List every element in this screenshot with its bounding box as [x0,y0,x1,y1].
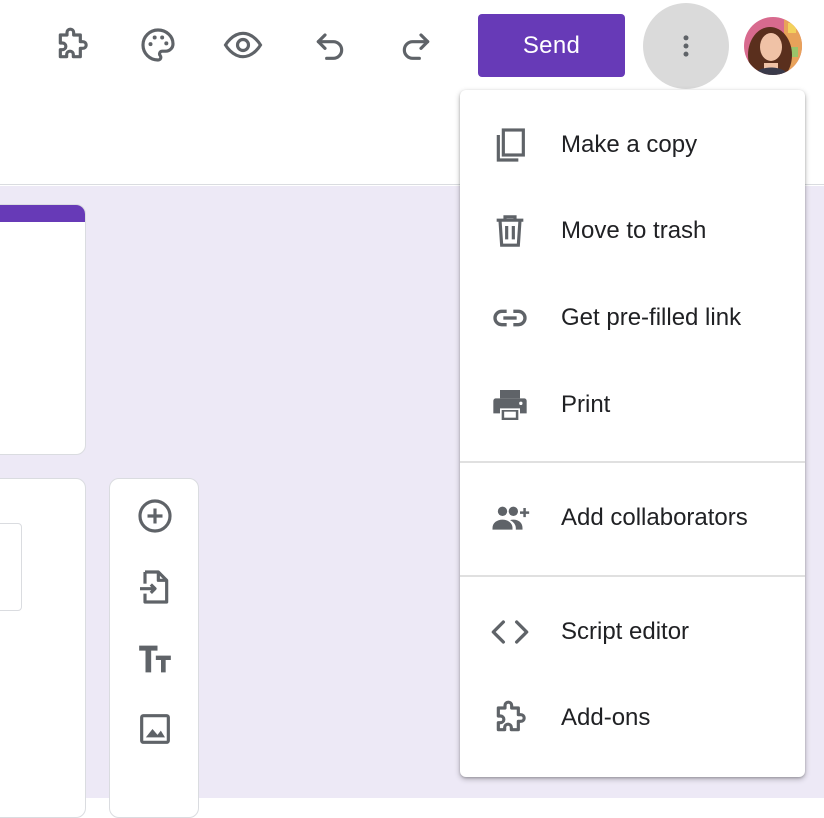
code-icon [488,610,532,654]
puzzle-icon [488,696,532,740]
question-card[interactable] [0,478,86,818]
eye-icon[interactable] [218,20,268,70]
menu-item-label: Print [561,391,611,418]
import-questions-icon[interactable] [133,565,177,609]
trash-icon [488,209,532,253]
title-text-icon[interactable] [133,637,177,681]
image-icon[interactable] [133,707,177,751]
copy-icon [488,123,532,167]
avatar[interactable] [744,17,802,75]
side-toolbar [109,478,199,818]
menu-item-label: Get pre-filled link [561,304,742,331]
menu-item-move-to-trash[interactable]: Move to trash [460,188,805,274]
link-icon [488,296,532,340]
question-type-dropdown[interactable] [0,523,22,611]
print-icon [488,383,532,427]
add-people-icon [488,496,532,540]
menu-item-label: Add collaborators [561,504,748,531]
menu-item-add-ons[interactable]: Add-ons [460,675,805,761]
menu-divider [460,461,805,463]
undo-icon[interactable] [305,20,355,70]
menu-divider [460,575,805,577]
menu-item-script-editor[interactable]: Script editor [460,589,805,675]
menu-item-label: Move to trash [561,217,707,244]
menu-item-add-collaborators[interactable]: Add collaborators [460,475,805,561]
puzzle-icon[interactable] [47,20,97,70]
menu-item-get-pre-filled-link[interactable]: Get pre-filled link [460,275,805,361]
send-button[interactable]: Send [478,14,625,77]
menu-item-print[interactable]: Print [460,362,805,448]
menu-item-label: Make a copy [561,131,698,158]
menu-item-make-a-copy[interactable]: Make a copy [460,102,805,188]
more-vert-icon[interactable] [643,3,729,89]
add-circle-icon[interactable] [133,494,177,538]
form-header-card[interactable] [0,204,86,455]
menu-item-label: Add-ons [561,704,651,731]
redo-icon[interactable] [391,20,441,70]
menu-item-label: Script editor [561,618,690,645]
more-options-menu: Make a copy Move to trash Get pre-filled… [460,90,805,777]
palette-icon[interactable] [133,20,183,70]
form-accent-bar [0,205,85,222]
